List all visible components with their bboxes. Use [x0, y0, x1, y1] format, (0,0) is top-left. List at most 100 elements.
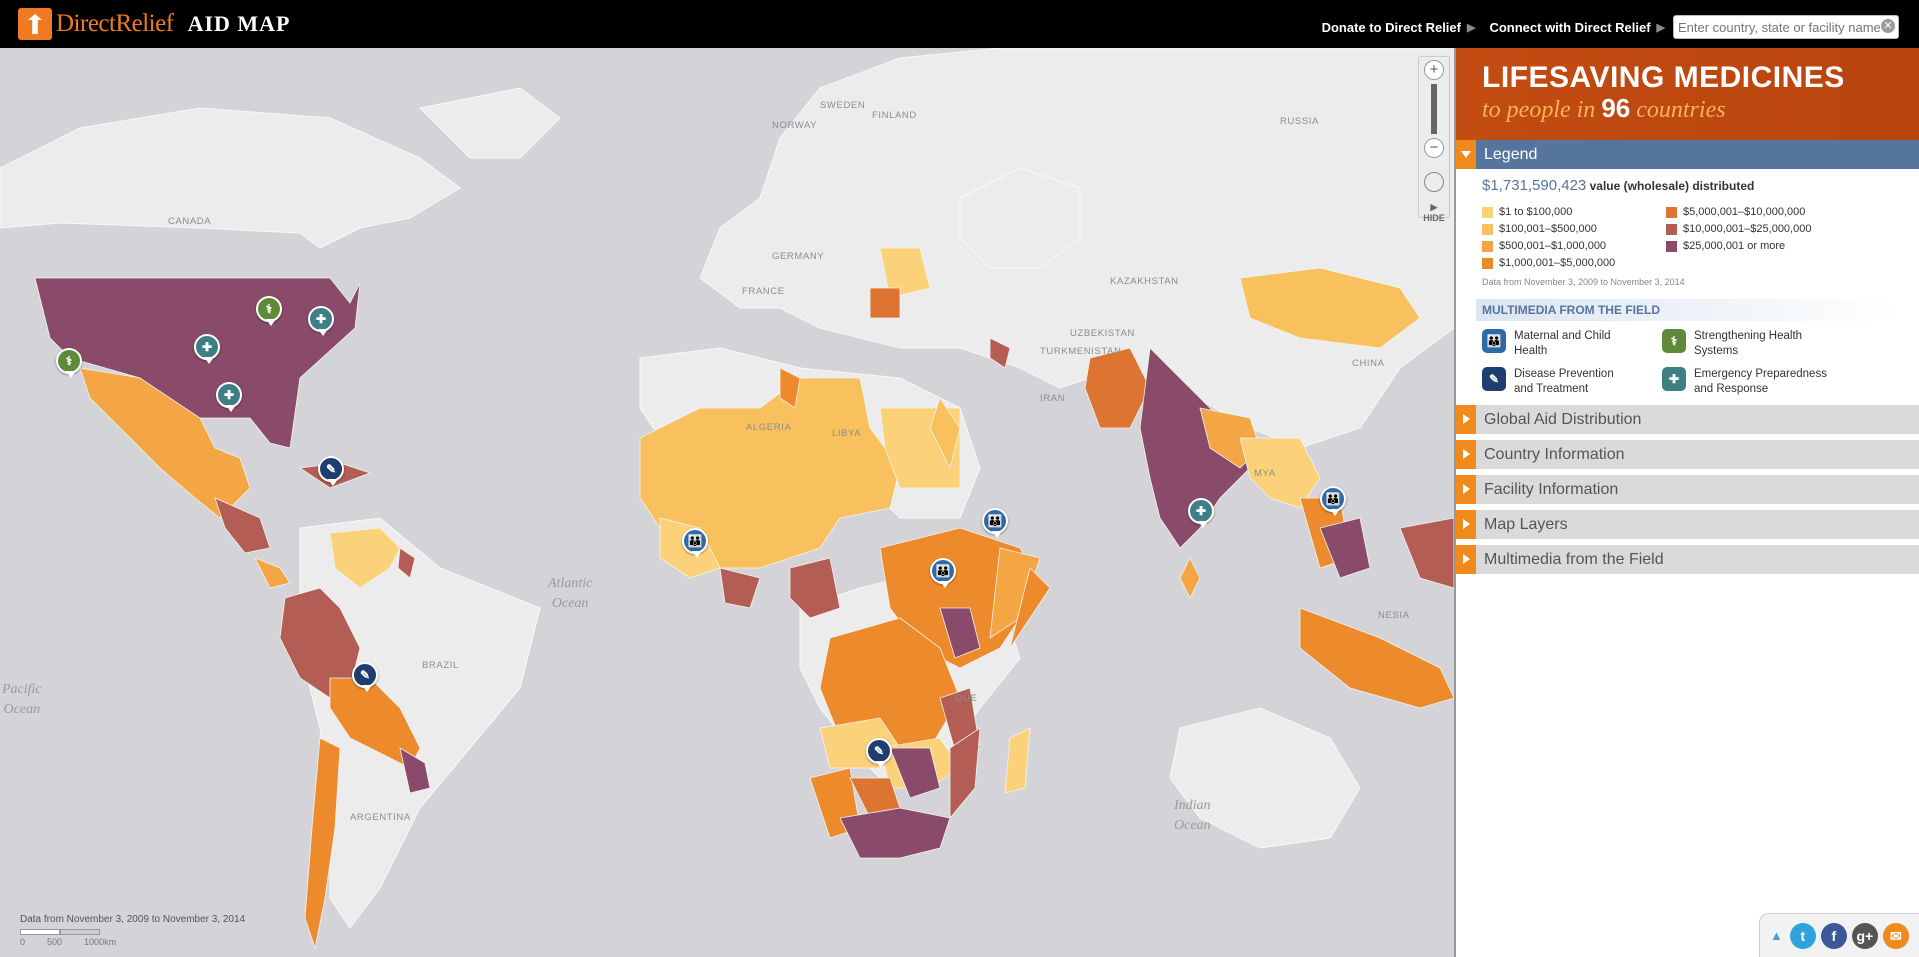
- total-distributed: $1,731,590,423 value (wholesale) distrib…: [1482, 177, 1919, 194]
- swatch-icon: [1666, 206, 1677, 218]
- chevron-down-icon: [1456, 140, 1476, 169]
- ocean-label-line: Indian: [1174, 798, 1211, 813]
- app-title: AID MAP: [187, 11, 291, 36]
- legend-tier: $5,000,001–$10,000,000: [1666, 206, 1856, 218]
- arrow-right-icon: ▶: [1656, 22, 1665, 34]
- google-plus-icon[interactable]: g+: [1851, 922, 1878, 949]
- marker-emergency[interactable]: ✚: [216, 382, 242, 412]
- hide-panel-button[interactable]: ▶ HIDE: [1419, 202, 1449, 223]
- ocean-label-indian: Indian Ocean: [1174, 796, 1211, 836]
- label-russia: RUSSIA: [1280, 116, 1319, 127]
- total-label: value (wholesale) distributed: [1589, 179, 1755, 193]
- marker-maternal-child-health[interactable]: 👪: [1320, 486, 1346, 516]
- direct-relief-logo[interactable]: DirectRelief AID MAP: [18, 8, 291, 40]
- legend-tiers: $1 to $100,000 $5,000,001–$10,000,000 $1…: [1482, 206, 1919, 269]
- scale-bar: [20, 929, 245, 935]
- marker-disease-prevention[interactable]: ✎: [352, 662, 378, 692]
- twitter-icon[interactable]: t: [1789, 922, 1816, 949]
- legend-title: Legend: [1484, 145, 1538, 163]
- label-brazil: BRAZIL: [422, 660, 459, 671]
- social-share-bar: ▲ t f g+ ✉: [1759, 913, 1919, 957]
- globe-icon[interactable]: [1424, 172, 1444, 192]
- label-iran: IRAN: [1040, 393, 1066, 404]
- marker-emergency[interactable]: ✚: [1188, 498, 1214, 528]
- section-global-aid-distribution[interactable]: Global Aid Distribution: [1456, 405, 1919, 434]
- legend-tier: $10,000,001–$25,000,000: [1666, 223, 1856, 235]
- swatch-icon: [1666, 240, 1677, 252]
- emergency-preparedness-icon: ✚: [1662, 367, 1686, 391]
- zoom-slider[interactable]: [1431, 84, 1437, 134]
- banner-subtitle: to people in 96 countries: [1482, 94, 1919, 124]
- marker-emergency[interactable]: ✚: [308, 306, 334, 336]
- marker-maternal-child-health[interactable]: 👪: [930, 558, 956, 588]
- brand-name: DirectRelief: [56, 10, 174, 37]
- section-multimedia[interactable]: Multimedia from the Field: [1456, 545, 1919, 574]
- scale-label: 1000km: [84, 937, 117, 947]
- collapsed-sections: Global Aid Distribution Country Informat…: [1456, 405, 1919, 574]
- marker-disease-prevention[interactable]: ✎: [866, 738, 892, 768]
- legend-header[interactable]: Legend: [1456, 140, 1919, 169]
- swatch-icon: [1482, 206, 1493, 218]
- zoom-out-button[interactable]: −: [1424, 138, 1444, 158]
- legend-tier-label: $25,000,001 or more: [1683, 240, 1786, 252]
- section-label: Global Aid Distribution: [1484, 410, 1642, 428]
- legend-tier: $25,000,001 or more: [1666, 240, 1856, 252]
- email-icon[interactable]: ✉: [1882, 922, 1909, 949]
- marker-maternal-child-health[interactable]: 👪: [682, 528, 708, 558]
- section-facility-information[interactable]: Facility Information: [1456, 475, 1919, 504]
- multimedia-label: Maternal and Child Health: [1514, 330, 1611, 357]
- section-label: Multimedia from the Field: [1484, 550, 1664, 568]
- facebook-icon[interactable]: f: [1820, 922, 1847, 949]
- marker-health-systems[interactable]: ⚕: [256, 296, 282, 326]
- hide-label: HIDE: [1423, 213, 1445, 223]
- section-country-information[interactable]: Country Information: [1456, 440, 1919, 469]
- marker-health-systems[interactable]: ⚕: [56, 348, 82, 378]
- ocean-label-line: Atlantic: [548, 576, 593, 591]
- chevron-right-icon: [1456, 475, 1476, 504]
- country-count: 96: [1601, 93, 1631, 123]
- legend-body: $1,731,590,423 value (wholesale) distrib…: [1456, 169, 1919, 397]
- label-norway: NORWAY: [772, 120, 818, 131]
- ocean-label-line: Pacific: [2, 682, 42, 697]
- section-map-layers[interactable]: Map Layers: [1456, 510, 1919, 539]
- banner-sub-post: countries: [1636, 97, 1726, 123]
- zoom-control: + − ▶ HIDE: [1418, 56, 1450, 223]
- legend-emergency-preparedness: ✚ Emergency Preparedness and Response: [1662, 367, 1852, 397]
- legend-maternal-child-health: 👪 Maternal and Child Health: [1482, 329, 1662, 359]
- info-sidebar: LIFESAVING MEDICINES to people in 96 cou…: [1454, 48, 1919, 957]
- aid-map[interactable]: CANADA NORWAY SWEDEN FINLAND RUSSIA GERM…: [0, 48, 1454, 957]
- top-bar: DirectRelief AID MAP Donate to Direct Re…: [0, 0, 1919, 48]
- zoom-in-button[interactable]: +: [1424, 60, 1444, 80]
- map-data-note-text: Data from November 3, 2009 to November 3…: [20, 914, 246, 925]
- scale-labels: 0 500 1000km: [20, 937, 245, 947]
- label-finland: FINLAND: [872, 110, 917, 121]
- banner: LIFESAVING MEDICINES to people in 96 cou…: [1456, 48, 1919, 140]
- play-icon: ▶: [1430, 202, 1438, 212]
- label-libya: LIBYA: [832, 428, 862, 439]
- swatch-icon: [1482, 223, 1493, 235]
- multimedia-label: Disease Prevention and Treatment: [1514, 368, 1614, 395]
- ocean-label-line: Ocean: [551, 596, 589, 611]
- connect-link[interactable]: Connect with Direct Relief ▶: [1489, 20, 1665, 35]
- marker-maternal-child-health[interactable]: 👪: [982, 508, 1008, 538]
- marker-disease-prevention[interactable]: ✎: [318, 456, 344, 486]
- marker-emergency[interactable]: ✚: [194, 334, 220, 364]
- map-data-note: Data from November 3, 2009 to November 3…: [20, 914, 245, 947]
- label-turkmenistan: TURKMENISTAN: [1040, 346, 1122, 357]
- ocean-label-atlantic: Atlantic Ocean: [548, 574, 592, 614]
- arrow-right-icon: ▶: [1466, 22, 1476, 34]
- legend-tier: $1 to $100,000: [1482, 206, 1666, 218]
- caret-up-icon[interactable]: ▲: [1770, 928, 1783, 943]
- label-kazakhstan: KAZAKHSTAN: [1110, 276, 1179, 287]
- label-algeria: ALGERIA: [746, 422, 792, 433]
- label-canada: CANADA: [168, 216, 212, 227]
- clear-search-icon[interactable]: ✕: [1881, 19, 1895, 33]
- label-germany: GERMANY: [772, 251, 825, 262]
- ocean-label-line: Ocean: [3, 702, 41, 717]
- search-input[interactable]: [1673, 15, 1899, 39]
- donate-link[interactable]: Donate to Direct Relief ▶: [1322, 20, 1476, 35]
- health-systems-icon: ⚕: [1662, 329, 1686, 353]
- legend-tier: $1,000,001–$5,000,000: [1482, 257, 1666, 269]
- scale-label: 500: [47, 937, 63, 947]
- disease-prevention-icon: ✎: [1482, 367, 1506, 391]
